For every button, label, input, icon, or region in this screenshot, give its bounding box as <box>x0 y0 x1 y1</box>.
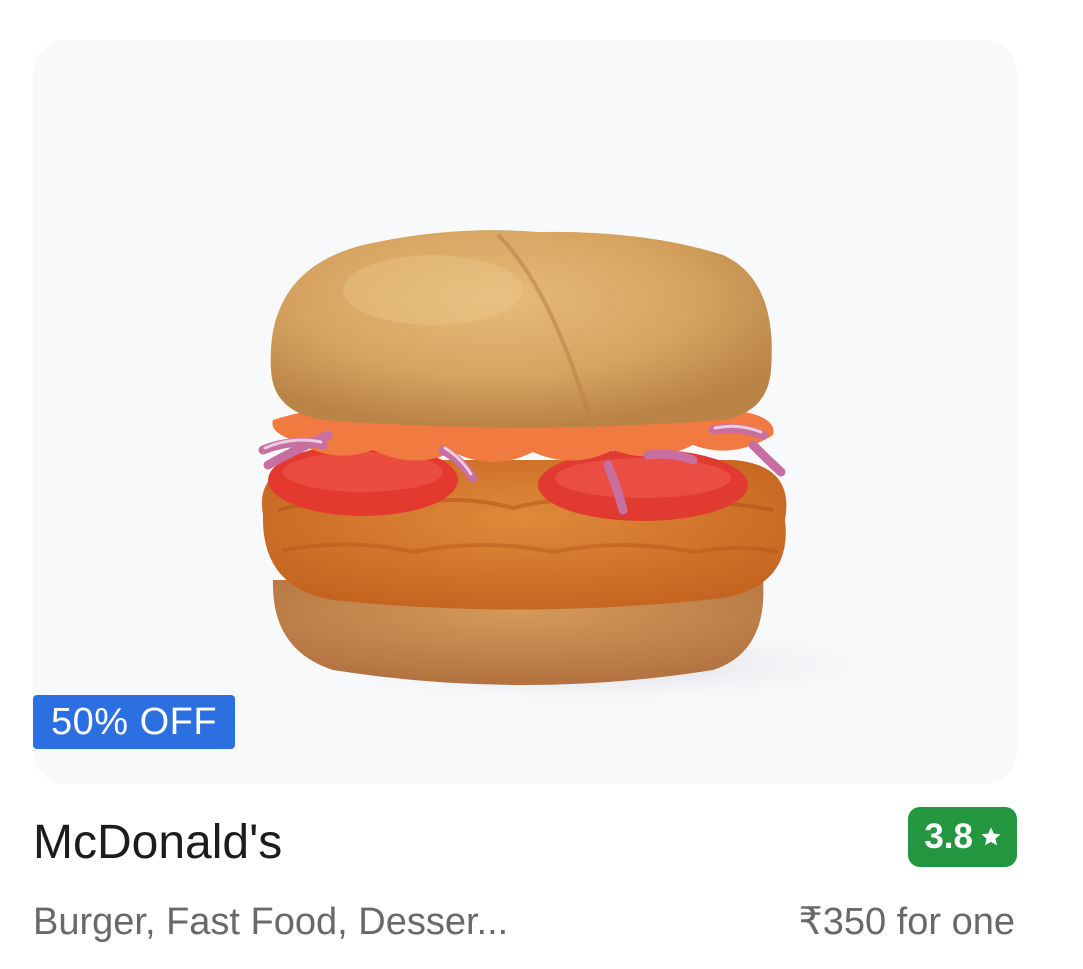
restaurant-name[interactable]: McDonald's <box>33 814 282 872</box>
rating-value: 3.8 <box>924 817 973 856</box>
rating-badge: 3.8 <box>908 807 1017 867</box>
price-for-one: ₹350 for one <box>798 901 1015 943</box>
cuisine-list: Burger, Fast Food, Desser... <box>33 901 509 943</box>
restaurant-image-container[interactable] <box>33 40 1017 784</box>
offer-badge: 50% OFF <box>33 695 236 749</box>
restaurant-card[interactable]: 50% OFF McDonald's 3.8 Burger, Fast Food… <box>0 0 1083 969</box>
burger-image <box>258 230 923 710</box>
star-icon <box>981 827 1001 846</box>
